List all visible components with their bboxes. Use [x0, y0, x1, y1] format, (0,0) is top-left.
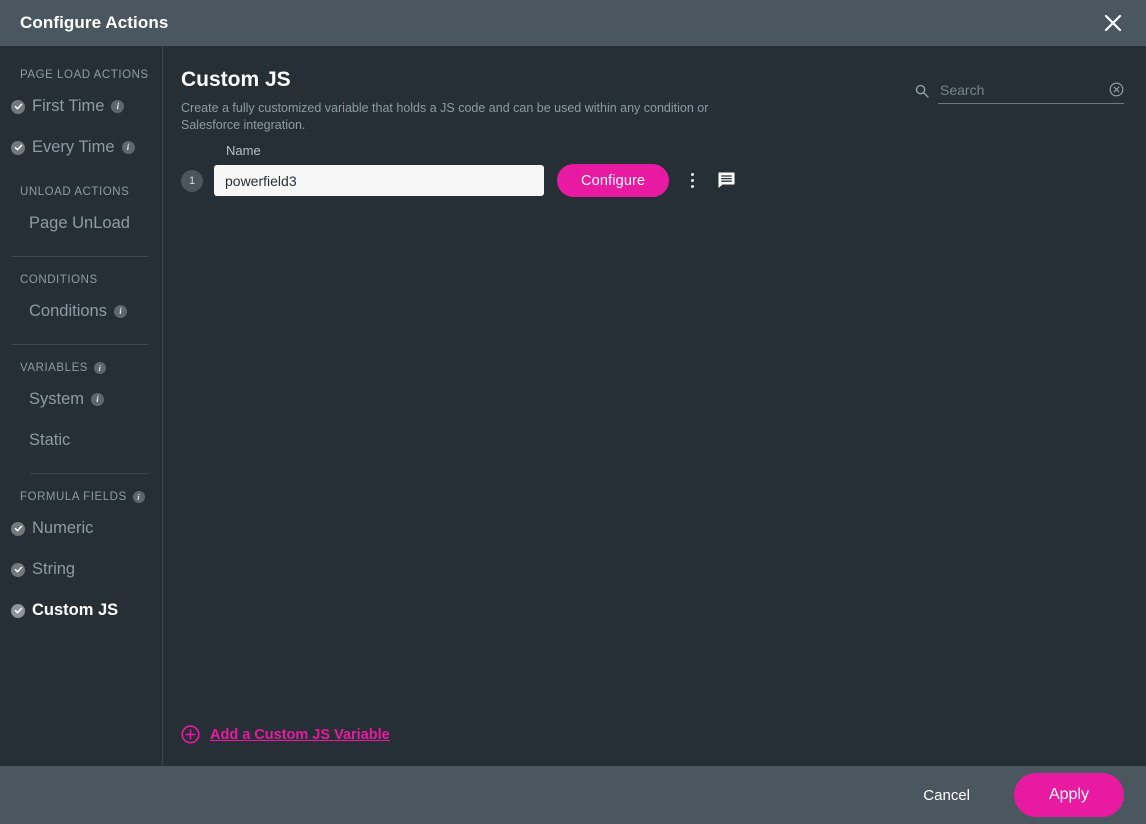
cancel-button[interactable]: Cancel [905, 779, 988, 812]
sidebar-item-every-time[interactable]: Every Time i [0, 127, 162, 168]
sidebar-section-label: VARIABLES [20, 362, 89, 374]
dialog-footer: Cancel Apply [0, 766, 1146, 824]
apply-button[interactable]: Apply [1014, 773, 1124, 817]
check-icon [11, 521, 25, 536]
add-custom-js-variable-link[interactable]: Add a Custom JS Variable [210, 727, 390, 743]
close-icon[interactable] [1096, 6, 1130, 40]
dialog-titlebar: Configure Actions [0, 0, 1146, 46]
sidebar-section-heading: CONDITIONS [0, 269, 162, 291]
sidebar-section-heading: VARIABLES i [0, 357, 162, 379]
sidebar-section-heading: UNLOAD ACTIONS [0, 181, 162, 203]
configure-actions-dialog: Configure Actions PAGE LOAD ACTIONS First… [0, 0, 1146, 824]
sidebar-item-label: Static [29, 431, 71, 449]
main-panel: Custom JS Create a fully customized vari… [163, 46, 1146, 766]
sidebar-section-heading: PAGE LOAD ACTIONS [0, 64, 162, 86]
check-icon [11, 99, 25, 114]
clear-circle-icon[interactable] [1109, 82, 1124, 97]
add-variable-row: Add a Custom JS Variable [163, 725, 1146, 766]
info-icon[interactable]: i [91, 393, 105, 406]
sidebar-divider [11, 256, 149, 257]
sidebar-section-label: PAGE LOAD ACTIONS [20, 69, 149, 81]
sidebar-item-label: String [32, 560, 76, 578]
row-index-badge: 1 [181, 169, 203, 192]
comment-icon[interactable] [714, 169, 738, 193]
dialog-title: Configure Actions [20, 13, 169, 32]
search-box [938, 82, 1124, 104]
page-description: Create a fully customized variable that … [181, 101, 709, 132]
check-icon [11, 140, 25, 155]
check-icon [11, 562, 25, 577]
sidebar-item-conditions[interactable]: Conditions i [0, 291, 162, 332]
info-icon[interactable]: i [113, 305, 127, 318]
variable-name-input[interactable] [214, 165, 544, 196]
info-icon[interactable]: i [94, 362, 107, 374]
sidebar-item-numeric[interactable]: Numeric [0, 508, 162, 549]
sidebar-item-static[interactable]: Static [0, 420, 162, 461]
variable-row: 1 Configure [181, 164, 1146, 197]
sidebar-item-label: System [29, 390, 85, 408]
dialog-body: PAGE LOAD ACTIONS First Time i Every Time i U… [0, 46, 1146, 766]
page-title: Custom JS [181, 68, 291, 91]
sidebar-item-label: Page UnLoad [29, 214, 130, 232]
sidebar-section-label: CONDITIONS [20, 274, 98, 286]
info-icon[interactable]: i [132, 491, 145, 503]
sidebar-item-label: Every Time [32, 138, 115, 156]
sidebar-item-label: Numeric [32, 519, 94, 537]
sidebar-item-label: First Time [32, 97, 105, 115]
search-area [915, 68, 1124, 104]
main-header: Custom JS Create a fully customized vari… [163, 46, 1146, 133]
sidebar-section-label: UNLOAD ACTIONS [20, 186, 130, 198]
sidebar-divider [30, 473, 149, 474]
sidebar-item-string[interactable]: String [0, 549, 162, 590]
search-icon [915, 84, 929, 103]
sidebar-item-custom-js[interactable]: Custom JS [0, 590, 162, 631]
sidebar-item-system[interactable]: System i [0, 379, 162, 420]
sidebar-section-label: FORMULA FIELDS [20, 491, 127, 503]
info-icon[interactable]: i [111, 100, 125, 113]
name-column-label: Name [226, 143, 261, 158]
variables-list: Name 1 Configure [163, 133, 1146, 197]
sidebar: PAGE LOAD ACTIONS First Time i Every Time i U… [0, 46, 163, 766]
sidebar-item-label: Custom JS [32, 601, 119, 619]
sidebar-item-label: Conditions [29, 302, 107, 320]
search-input[interactable] [938, 82, 1124, 98]
plus-circle-icon[interactable] [181, 725, 200, 744]
kebab-menu-icon[interactable] [683, 166, 701, 196]
sidebar-divider [11, 344, 149, 345]
sidebar-item-page-unload[interactable]: Page UnLoad [0, 203, 162, 244]
sidebar-item-first-time[interactable]: First Time i [0, 86, 162, 127]
info-icon[interactable]: i [121, 141, 135, 154]
check-icon [11, 603, 25, 618]
main-header-text: Custom JS Create a fully customized vari… [181, 68, 721, 133]
sidebar-section-heading: FORMULA FIELDS i [0, 486, 162, 508]
configure-button[interactable]: Configure [557, 164, 670, 197]
